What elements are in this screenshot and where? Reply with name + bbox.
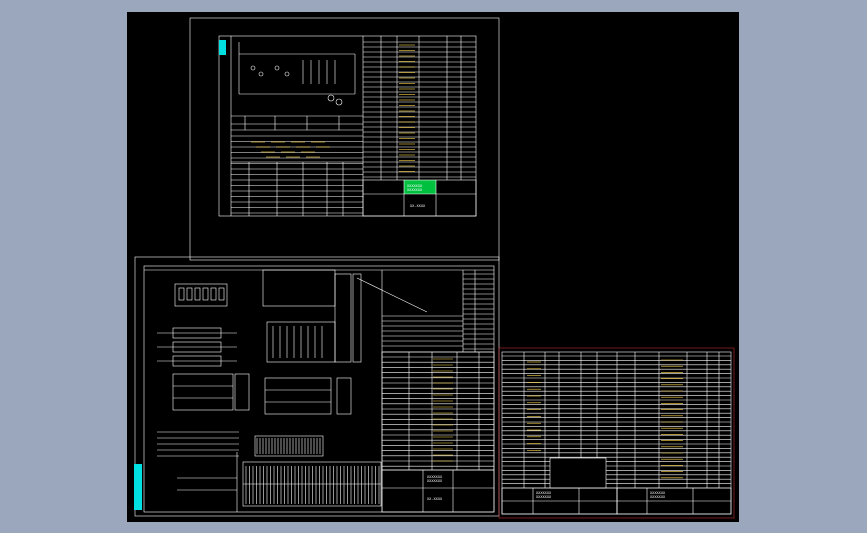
sheet-top-code: XX-XXXX bbox=[410, 204, 426, 208]
sheet-bl-code: XX-XXXX bbox=[427, 497, 443, 501]
sheet-bl-circuit-mid bbox=[262, 269, 494, 415]
sheet-right-dark-block bbox=[549, 457, 607, 489]
sheet-top-inner-frame bbox=[218, 35, 477, 217]
sheet-bl-circuit-left bbox=[157, 283, 250, 512]
sheet-top-grid-right bbox=[363, 36, 476, 180]
sheet-right[interactable] bbox=[498, 347, 735, 519]
sheet-bl-cyan-marker bbox=[134, 464, 142, 510]
cad-model-viewport[interactable]: XXXXXXX XXXXXXX XX-XXXX XXXXXXX XXXXXXX … bbox=[127, 12, 739, 522]
cad-drawing bbox=[134, 17, 735, 519]
sheet-bottom-left[interactable] bbox=[134, 256, 500, 517]
sheet-top[interactable] bbox=[189, 17, 500, 261]
sheet-top-grid-rows-lower-left bbox=[231, 135, 363, 216]
sheet-right-project-2: XXXXXXX bbox=[650, 495, 666, 499]
sheet-top-project: XXXXXXX bbox=[407, 188, 423, 192]
sheet-bl-parts-list bbox=[381, 351, 495, 471]
sheet-bl-project: XXXXXXX bbox=[427, 479, 443, 483]
sheet-top-cyan-marker bbox=[219, 40, 226, 55]
sheet-right-table-right bbox=[617, 352, 731, 489]
sheet-right-project-1: XXXXXXX bbox=[536, 495, 552, 499]
sheet-bl-outer-border bbox=[134, 256, 500, 517]
